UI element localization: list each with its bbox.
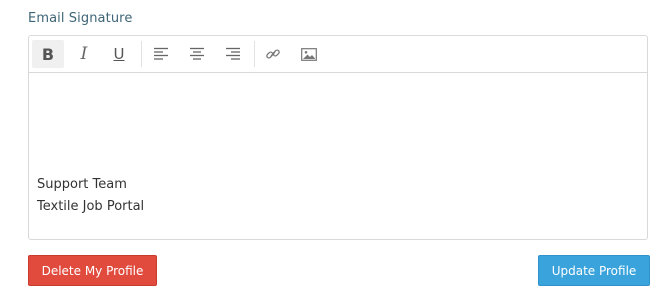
italic-button[interactable]: I (68, 40, 100, 68)
align-right-button[interactable] (217, 40, 249, 68)
delete-profile-button[interactable]: Delete My Profile (28, 255, 157, 286)
align-right-icon (226, 47, 240, 60)
link-icon (266, 49, 280, 59)
link-button[interactable] (257, 40, 289, 68)
image-button[interactable] (293, 40, 325, 68)
editor-toolbar: B I U (29, 36, 647, 73)
italic-icon: I (80, 44, 88, 64)
toolbar-divider (141, 41, 142, 67)
signature-line: Support Team (37, 177, 127, 192)
bold-icon: B (41, 44, 55, 64)
signature-line: Textile Job Portal (37, 199, 145, 214)
align-left-icon (154, 47, 168, 60)
align-center-button[interactable] (181, 40, 213, 68)
image-icon (301, 47, 317, 61)
toolbar-divider (254, 41, 255, 67)
signature-content[interactable]: Support Team Textile Job Portal (37, 174, 144, 218)
underline-button[interactable]: U (103, 40, 135, 68)
align-center-icon (190, 47, 204, 60)
signature-editor[interactable]: B I U Support Team Textile Job Portal (28, 35, 648, 240)
update-profile-button[interactable]: Update Profile (538, 255, 650, 286)
align-left-button[interactable] (145, 40, 177, 68)
bold-button[interactable]: B (32, 40, 64, 68)
email-signature-label: Email Signature (28, 11, 133, 26)
underline-icon: U (113, 45, 125, 63)
